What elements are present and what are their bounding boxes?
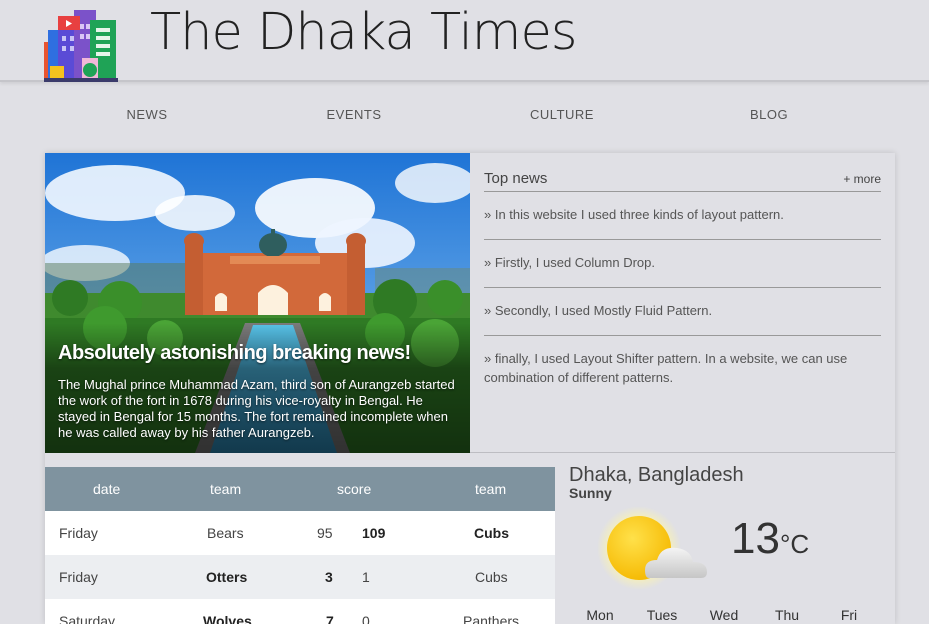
news-item[interactable]: » finally, I used Layout Shifter pattern… — [484, 336, 881, 402]
cell-score: 3 — [325, 569, 333, 585]
cell-score: 109 — [362, 525, 386, 541]
weather-widget: Dhaka, Bangladesh Sunny 13°C Mon Tues We… — [569, 464, 889, 624]
cell-date: Friday — [59, 569, 98, 585]
top-news-header: Top news + more — [484, 169, 881, 192]
weather-temp: 13°C — [731, 514, 809, 564]
site-title[interactable]: The Dhaka Times — [150, 3, 577, 62]
nav-events[interactable]: EVENTS — [274, 107, 434, 122]
sun-cloud-icon — [597, 504, 721, 598]
table-row[interactable]: Friday Otters 3 1 Cubs — [45, 555, 555, 599]
cell-date: Friday — [59, 525, 98, 541]
main-card: Absolutely astonishing breaking news! Th… — [45, 153, 895, 624]
nav-blog[interactable]: BLOG — [689, 107, 849, 122]
table-row[interactable]: Friday Bears 95 109 Cubs — [45, 511, 555, 555]
nav-culture[interactable]: CULTURE — [482, 107, 642, 122]
news-item[interactable]: » In this website I used three kinds of … — [484, 192, 881, 240]
city-logo-icon[interactable] — [44, 10, 118, 82]
cell-team: Panthers — [463, 613, 520, 624]
cell-score: 7 — [326, 613, 334, 624]
forecast-day[interactable]: Thu — [755, 607, 819, 623]
section-divider — [470, 452, 895, 453]
hero-story[interactable]: Absolutely astonishing breaking news! Th… — [45, 153, 470, 453]
temp-value: 13 — [731, 514, 780, 563]
forecast-day[interactable]: Wed — [692, 607, 756, 623]
header-team: team — [210, 481, 242, 497]
cell-score: 0 — [362, 613, 370, 624]
cell-team: Otters — [206, 569, 248, 585]
forecast-day[interactable]: Tues — [630, 607, 694, 623]
site-header: The Dhaka Times — [0, 0, 929, 82]
main-nav: NEWS EVENTS CULTURE BLOG — [0, 107, 929, 127]
table-row[interactable]: Saturday Wolves 7 0 Panthers — [45, 599, 555, 624]
cell-team: Bears — [207, 525, 244, 541]
top-news-panel: Top news + more » In this website I used… — [484, 169, 881, 402]
cell-score: 1 — [362, 569, 370, 585]
more-link[interactable]: + more — [843, 172, 881, 186]
cell-score: 95 — [317, 525, 333, 541]
header-team: team — [475, 481, 507, 497]
temp-unit: °C — [779, 529, 810, 559]
header-score: score — [337, 481, 372, 497]
news-item[interactable]: » Firstly, I used Column Drop. — [484, 240, 881, 288]
top-news-title: Top news — [484, 170, 548, 187]
score-table: date team score team Friday Bears 95 109… — [45, 467, 555, 624]
hero-body: The Mughal prince Muhammad Azam, third s… — [58, 377, 455, 440]
forecast-days: Mon Tues Wed Thu Fri — [569, 607, 889, 624]
header-date: date — [93, 481, 121, 497]
nav-news[interactable]: NEWS — [67, 107, 227, 122]
forecast-day[interactable]: Mon — [568, 607, 632, 623]
news-item[interactable]: » Secondly, I used Mostly Fluid Pattern. — [484, 288, 881, 336]
weather-city: Dhaka, Bangladesh — [569, 464, 744, 486]
weather-condition: Sunny — [569, 485, 612, 501]
cell-team: Cubs — [475, 569, 508, 585]
cell-team: Cubs — [474, 525, 509, 541]
cell-date: Saturday — [59, 613, 116, 624]
forecast-day[interactable]: Fri — [817, 607, 881, 623]
table-header: date team score team — [45, 467, 555, 511]
hero-headline[interactable]: Absolutely astonishing breaking news! — [58, 342, 463, 365]
cell-team: Wolves — [203, 613, 252, 624]
